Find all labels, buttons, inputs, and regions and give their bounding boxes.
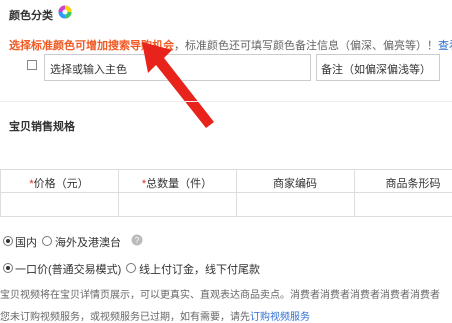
radio-overseas[interactable] [42,236,52,246]
table-header-merchant-code: 商家编码 [273,178,317,190]
table-header-quantity: *总数量（件） [141,178,213,190]
annotation-arrow-icon [142,42,214,128]
radio-deposit-label: 线上付订金，线下付尾款 [139,264,260,276]
table-header-price: *价格（元） [29,178,89,190]
table-header-border [0,192,452,193]
help-circle-icon[interactable]: ? [131,234,143,246]
radio-deposit[interactable] [126,263,136,273]
radio-domestic[interactable] [3,236,13,246]
svg-text:?: ? [135,236,140,245]
table-bottom-border [0,216,452,217]
main-color-placeholder: 选择或输入主色 [50,64,127,76]
color-section-title: 颜色分类 [9,10,53,22]
color-hint: 选择标准颜色可增加搜索导购机会，标准颜色还可填写颜色备注信息（偏深、偏亮等）！查… [9,37,452,53]
video-notice: 您未订购视频服务，或视频服务已过期，如有需要，请先订购视频服务 [0,308,452,323]
video-description: 宝贝视频将在宝贝详情页展示，可以更真实、直观表达商品卖点。消费者消费者消费者消费… [0,290,440,301]
radio-fixed-price[interactable] [3,263,13,273]
sales-spec-title: 宝贝销售规格 [9,121,75,133]
radio-fixed-price-label: 一口价(普通交易模式) [15,264,122,276]
section-divider [0,101,452,102]
radio-overseas-label: 海外及港澳台 [55,237,121,249]
radio-domestic-label: 国内 [15,237,37,249]
subscribe-video-link[interactable]: 订购视频服务 [250,312,310,323]
color-hint-link[interactable]: 查看 [438,40,452,52]
table-header-barcode: 商品条形码 [385,178,441,190]
video-notice-text: 您未订购视频服务，或视频服务已过期，如有需要，请先 [0,312,250,323]
color-remark-placeholder: 备注（如偏深偏浅等） [321,64,431,76]
color-checkbox[interactable] [27,60,37,70]
table-top-border [0,169,452,170]
color-wheel-icon [58,5,72,19]
color-remark-input[interactable]: 备注（如偏深偏浅等） [316,54,440,81]
